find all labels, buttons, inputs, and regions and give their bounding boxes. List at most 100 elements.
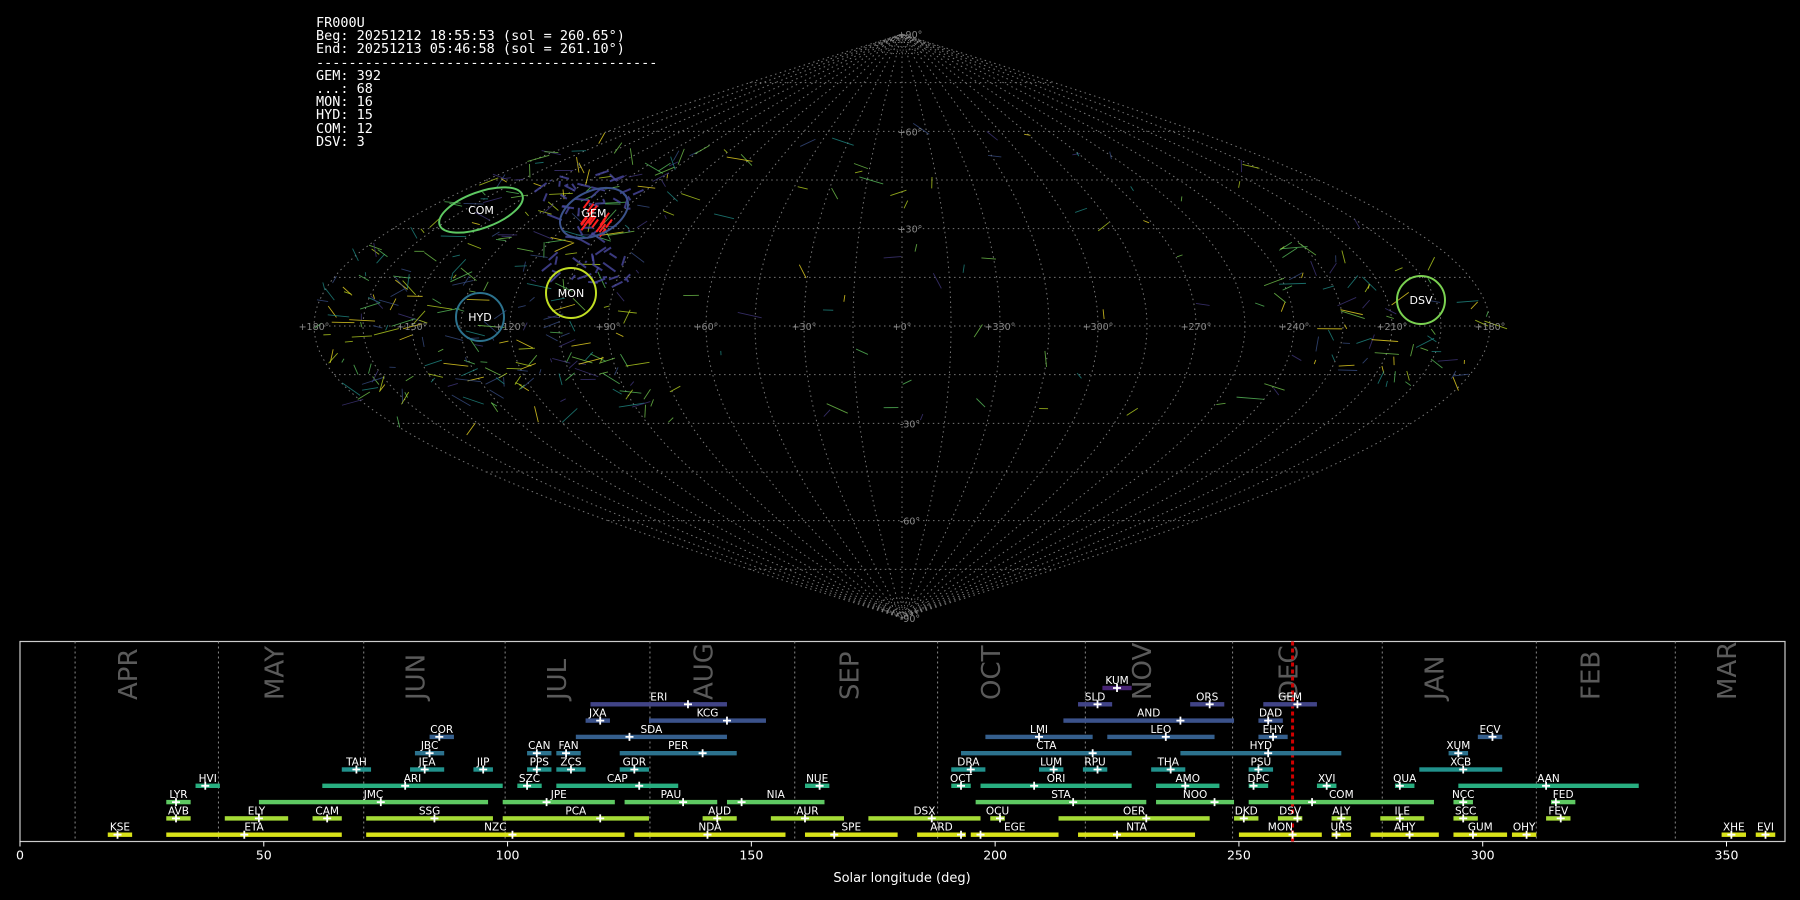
shower-label-com: COM (1329, 789, 1354, 801)
shower-label-kse: KSE (110, 822, 130, 834)
shower-label-nia: NIA (767, 789, 786, 801)
shower-label-ard: ARD (930, 822, 953, 834)
shower-label-lmi: LMI (1030, 724, 1048, 736)
shower-label-cta: CTA (1036, 740, 1057, 752)
shower-label-sda: SDA (641, 724, 664, 736)
shower-label-jpe: JPE (550, 789, 567, 801)
shower-label-jxa: JXA (588, 708, 607, 720)
shower-label-sld: SLD (1085, 691, 1106, 703)
shower-label-fed: FED (1553, 789, 1574, 801)
shower-label-mon: MON (1268, 822, 1293, 834)
shower-label-ors: ORS (1196, 691, 1219, 703)
shower-label-dkd: DKD (1235, 805, 1258, 817)
x-axis: 0 50 100 150 200 250 300 350 (16, 841, 1738, 863)
shower-label-dpc: DPC (1248, 773, 1270, 785)
shower-label-psu: PSU (1251, 757, 1272, 769)
shower-label-oer: OER (1123, 805, 1145, 817)
shower-label-nzc: NZC (484, 822, 506, 834)
shower-label-can: CAN (528, 740, 550, 752)
timeline-chart: APR MAY JUN JUL AUG SEP OCT NOV DEC JAN FEB MAR KUM… (16, 640, 1786, 886)
month-label-aug: AUG (689, 643, 719, 700)
shower-label-aur: AUR (796, 805, 818, 817)
month-label-mar: MAR (1713, 642, 1743, 700)
shower-label-evi: EVI (1757, 822, 1774, 834)
shower-label-jmc: JMC (363, 789, 384, 801)
shower-label-kum: KUM (1105, 675, 1128, 687)
shower-label-aan: AAN (1537, 773, 1560, 785)
shower-label-aud: AUD (708, 805, 731, 817)
shower-label-gem: GEM (1278, 691, 1302, 703)
shower-label-dra: DRA (957, 757, 980, 769)
shower-label-ssg: SSG (419, 805, 440, 817)
shower-label-eri: ERI (650, 691, 667, 703)
month-label-may: MAY (260, 646, 290, 700)
shower-label-avb: AVB (168, 805, 189, 817)
shower-label-rpu: RPU (1084, 757, 1105, 769)
month-label-sep: SEP (836, 651, 866, 700)
shower-label-zcs: ZCS (560, 757, 582, 769)
shower-label-leo: LEO (1151, 724, 1172, 736)
shower-label-dad: DAD (1259, 708, 1282, 720)
shower-label-xum: XUM (1446, 740, 1470, 752)
shower-label-ecv: ECV (1479, 724, 1501, 736)
x-tick-label: 200 (983, 848, 1007, 863)
shower-label-sta: STA (1051, 789, 1071, 801)
shower-label-oct: OCT (950, 773, 973, 785)
shower-label-ncc: NCC (1452, 789, 1475, 801)
shower-label-ely: ELY (248, 805, 266, 817)
shower-label-gum: GUM (1468, 822, 1493, 834)
shower-label-cam: CAM (315, 805, 339, 817)
shower-label-noo: NOO (1183, 789, 1207, 801)
shower-label-kcg: KCG (697, 708, 719, 720)
x-axis-label: Solar longitude (deg) (833, 871, 970, 886)
shower-label-jip: JIP (476, 757, 490, 769)
month-label-nov: NOV (1128, 643, 1158, 700)
month-label-oct: OCT (977, 645, 1007, 700)
shower-label-gdr: GDR (623, 757, 647, 769)
shower-label-xcb: XCB (1450, 757, 1471, 769)
shower-label-tah: TAH (345, 757, 367, 769)
month-label-jan: JAN (1421, 656, 1451, 702)
shower-label-nue: NUE (806, 773, 828, 785)
shower-label-qua: QUA (1393, 773, 1417, 785)
shower-label-and: AND (1137, 708, 1160, 720)
shower-label-scc: SCC (1455, 805, 1476, 817)
shower-label-ohy: OHY (1513, 822, 1536, 834)
month-label-jun: JUN (402, 654, 432, 702)
shower-label-ile: ILE (1394, 805, 1410, 817)
shower-label-fev: FEV (1548, 805, 1569, 817)
x-tick-label: 100 (496, 848, 520, 863)
shower-label-cap: CAP (607, 773, 628, 785)
x-tick-label: 250 (1227, 848, 1251, 863)
x-tick-label: 300 (1471, 848, 1495, 863)
shower-label-spe: SPE (841, 822, 861, 834)
shower-label-pca: PCA (565, 805, 587, 817)
month-label-apr: APR (114, 648, 144, 700)
shower-label-tha: THA (1156, 757, 1179, 769)
shower-label-jea: JEA (418, 757, 437, 769)
shower-label-dsx: DSX (913, 805, 935, 817)
shower-label-fan: FAN (558, 740, 578, 752)
shower-label-nta: NTA (1126, 822, 1147, 834)
x-tick-label: 0 (16, 848, 24, 863)
shower-label-jbc: JBC (420, 740, 438, 752)
shower-label-xvi: XVI (1318, 773, 1335, 785)
x-tick-label: 50 (256, 848, 272, 863)
month-label-feb: FEB (1577, 651, 1607, 700)
shower-label-pps: PPS (530, 757, 550, 769)
shower-label-dsv: DSV (1279, 805, 1302, 817)
shower-label-pau: PAU (661, 789, 682, 801)
shower-label-ege: EGE (1004, 822, 1025, 834)
shower-label-ahy: AHY (1394, 822, 1416, 834)
shower-label-ari: ARI (404, 773, 422, 785)
shower-label-cor: COR (430, 724, 453, 736)
month-label-jul: JUL (543, 658, 573, 702)
shower-label-nda: NDA (698, 822, 722, 834)
shower-label-hyd: HYD (1250, 740, 1272, 752)
shower-label-lyr: LYR (169, 789, 187, 801)
shower-label-urs: URS (1330, 822, 1352, 834)
shower-label-per: PER (668, 740, 688, 752)
shower-label-ehy: EHY (1263, 724, 1285, 736)
x-tick-label: 150 (739, 848, 763, 863)
shower-label-szc: SZC (519, 773, 540, 785)
